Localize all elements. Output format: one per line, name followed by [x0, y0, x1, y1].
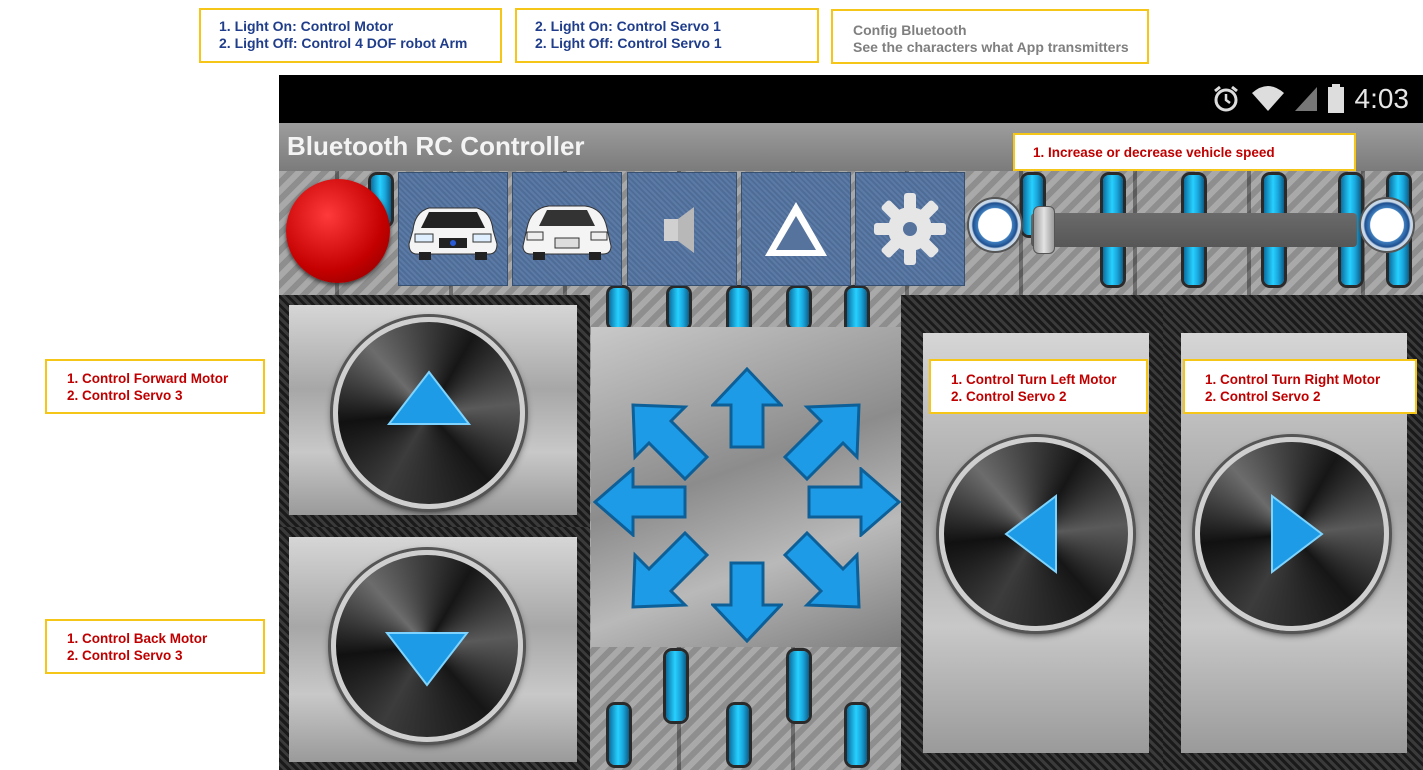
gear-icon — [874, 193, 946, 265]
tube-decoration — [847, 705, 867, 765]
speed-slider-thumb[interactable] — [1033, 206, 1055, 254]
status-bar: 4:03 — [279, 75, 1423, 123]
callout-light-back: 2. Light On: Control Servo 1 2. Light Of… — [515, 8, 819, 63]
alarm-icon — [1213, 85, 1238, 112]
up-triangle-icon — [386, 370, 472, 425]
hazard-triangle-icon — [765, 202, 827, 256]
tube-decoration — [669, 288, 689, 328]
back-button[interactable] — [331, 550, 523, 742]
right-triangle-icon — [1271, 493, 1324, 575]
callout-line: 2. Light Off: Control Servo 1 — [535, 35, 722, 51]
callout-line: 2. Light Off: Control 4 DOF robot Arm — [219, 35, 468, 51]
arrow-up-right-button[interactable] — [781, 401, 863, 483]
speaker-icon — [664, 207, 694, 253]
callout-line: 1. Light On: Control Motor — [219, 18, 394, 34]
callout-forward: 1. Control Forward Motor 2. Control Serv… — [45, 359, 265, 414]
speed-slider-track[interactable] — [1031, 213, 1357, 247]
power-button[interactable] — [286, 179, 390, 283]
status-time: 4:03 — [1354, 83, 1410, 114]
callout-line: 1. Increase or decrease vehicle speed — [1033, 145, 1275, 160]
callout-config-bluetooth: Config Bluetooth See the characters what… — [831, 9, 1149, 64]
tube-decoration — [729, 705, 749, 765]
battery-icon — [1327, 84, 1344, 113]
back-light-button[interactable] — [512, 172, 622, 286]
callout-turn-left: 1. Control Turn Left Motor 2. Control Se… — [929, 359, 1148, 414]
speed-min-icon — [967, 197, 1023, 253]
callout-back: 1. Control Back Motor 2. Control Servo 3 — [45, 619, 265, 674]
callout-line: 2. Control Servo 3 — [67, 388, 183, 403]
callout-line: See the characters what App transmitters — [853, 39, 1129, 55]
settings-button[interactable] — [855, 172, 965, 286]
speed-max-icon — [1359, 197, 1415, 253]
callout-speed: 1. Increase or decrease vehicle speed — [1013, 133, 1356, 171]
horn-button[interactable] — [627, 172, 737, 286]
car-rear-icon — [522, 205, 612, 260]
callout-turn-right: 1. Control Turn Right Motor 2. Control S… — [1183, 359, 1417, 414]
down-triangle-icon — [384, 632, 470, 687]
front-light-button[interactable] — [398, 172, 508, 286]
tube-decoration — [609, 288, 629, 328]
arrow-down-left-button[interactable] — [629, 529, 711, 611]
callout-line: Config Bluetooth — [853, 22, 967, 38]
turn-right-button[interactable] — [1195, 437, 1389, 631]
tube-decoration — [789, 288, 809, 328]
callout-line: 2. Control Servo 2 — [1205, 389, 1321, 404]
callout-light-front: 1. Light On: Control Motor 2. Light Off:… — [199, 8, 502, 63]
left-triangle-icon — [1004, 493, 1057, 575]
phone-screen: 4:03 Bluetooth RC Controller — [279, 75, 1423, 770]
arrow-up-button[interactable] — [711, 367, 783, 449]
wifi-icon — [1251, 86, 1284, 111]
hazard-button[interactable] — [741, 172, 851, 286]
forward-button[interactable] — [333, 317, 525, 509]
callout-line: 2. Light On: Control Servo 1 — [535, 18, 721, 34]
arrow-up-left-button[interactable] — [629, 401, 711, 483]
tube-decoration — [666, 651, 686, 721]
signal-icon — [1294, 87, 1317, 111]
callout-line: 1. Control Turn Left Motor — [951, 372, 1117, 387]
callout-line: 1. Control Turn Right Motor — [1205, 372, 1381, 387]
car-front-icon — [408, 207, 498, 260]
callout-line: 1. Control Forward Motor — [67, 371, 229, 386]
arrow-down-button[interactable] — [711, 561, 783, 643]
app-title: Bluetooth RC Controller — [287, 131, 585, 161]
callout-line: 2. Control Servo 2 — [951, 389, 1067, 404]
tube-decoration — [789, 651, 809, 721]
turn-left-button[interactable] — [939, 437, 1133, 631]
tube-decoration — [609, 705, 629, 765]
arrow-down-right-button[interactable] — [781, 529, 863, 611]
callout-line: 2. Control Servo 3 — [67, 648, 183, 663]
callout-line: 1. Control Back Motor — [67, 631, 208, 646]
